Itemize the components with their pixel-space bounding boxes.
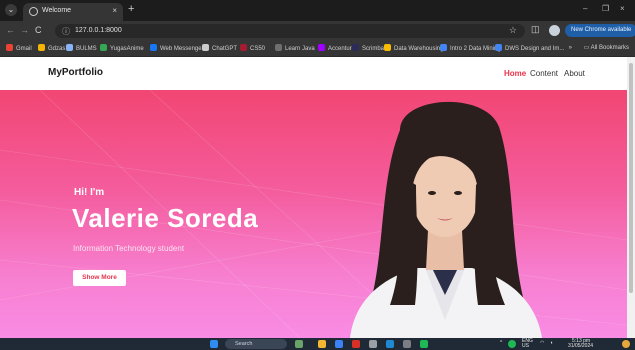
site-navbar: MyPortfolio Home Content About: [0, 57, 627, 90]
bookmark-favicon-icon: [440, 44, 447, 51]
page-scrollbar[interactable]: [627, 57, 635, 338]
hero-greeting: Hi! I'm: [74, 187, 105, 198]
bookmark-item[interactable]: Gdzas: [38, 44, 65, 52]
minimize-button[interactable]: –: [583, 4, 587, 13]
bookmark-label: Accenture: [328, 46, 356, 52]
volume-icon[interactable]: ◖: [550, 341, 553, 346]
bookmark-label: CS50: [250, 46, 266, 52]
clock-date[interactable]: 31/05/2024: [568, 344, 593, 349]
bookmark-favicon-icon: [275, 44, 282, 51]
close-icon[interactable]: ×: [112, 6, 117, 15]
tab-search-icon[interactable]: ⌄: [5, 4, 17, 16]
site-info-icon[interactable]: ⓘ: [62, 26, 70, 37]
all-bookmarks-label: All Bookmarks: [590, 45, 629, 51]
windows-start-icon[interactable]: [210, 340, 218, 348]
tab-strip: ⌄ Welcome × + – ❐ ×: [0, 0, 635, 21]
bookmark-item[interactable]: Learn Java: [275, 44, 315, 52]
nav-content-link[interactable]: Content: [530, 69, 558, 78]
hero-name: Valerie Soreda: [72, 203, 259, 233]
bookmark-item[interactable]: Web Messenger: [150, 44, 204, 52]
show-more-button[interactable]: Show More: [73, 270, 126, 286]
hero-role: Information Technology student: [73, 244, 185, 253]
tray-chevron-icon[interactable]: ^: [500, 341, 502, 346]
globe-icon: [29, 7, 38, 16]
web-page: MyPortfolio Home Content About Hi! I'm V…: [0, 57, 627, 338]
bookmark-label: ChatGPT: [212, 46, 238, 52]
taskbar-search[interactable]: Search: [225, 339, 287, 349]
bookmark-label: Gmail: [16, 46, 32, 52]
profile-avatar[interactable]: [549, 25, 560, 36]
vscode-icon[interactable]: [386, 340, 394, 348]
bookmark-item[interactable]: Data Warehousing: [384, 44, 443, 52]
back-icon[interactable]: ←: [6, 25, 15, 35]
site-brand[interactable]: MyPortfolio: [48, 67, 103, 78]
bookmark-item[interactable]: Scrimba: [352, 44, 384, 52]
bookmark-favicon-icon: [352, 44, 359, 51]
bookmark-favicon-icon: [202, 44, 209, 51]
all-bookmarks-button[interactable]: » ▭ All Bookmarks: [569, 44, 629, 51]
bookmark-label: Data Warehousing: [394, 46, 444, 52]
file-explorer-icon[interactable]: [318, 340, 326, 348]
reload-icon[interactable]: C: [35, 25, 42, 35]
widget-icon[interactable]: [295, 340, 303, 348]
chrome-update-button[interactable]: New Chrome available: [565, 24, 635, 37]
browser-toolbar: ← → C ⓘ 127.0.0.1:8000 ☆: [0, 21, 635, 41]
tray-spotify-icon[interactable]: [508, 340, 516, 348]
bookmark-favicon-icon: [240, 44, 247, 51]
bookmark-item[interactable]: YugasAnime: [100, 44, 144, 52]
address-bar[interactable]: ⓘ 127.0.0.1:8000 ☆: [55, 24, 525, 38]
bookmark-item[interactable]: BULMS: [66, 44, 97, 52]
bookmark-label: Scrimba: [362, 46, 385, 52]
extensions-icon[interactable]: ◫: [531, 24, 540, 35]
new-tab-button[interactable]: +: [128, 4, 134, 15]
nav-home-link[interactable]: Home: [504, 69, 526, 78]
nav-about-link[interactable]: About: [564, 69, 585, 78]
tab-title: Welcome: [42, 7, 72, 14]
bookmark-item[interactable]: Accenture: [318, 44, 355, 52]
bookmark-item[interactable]: DWS Design and Im...: [495, 44, 564, 52]
bookmark-label: Gdzas: [48, 46, 66, 52]
scroll-thumb[interactable]: [629, 63, 633, 293]
hero-section: Hi! I'm Valerie Soreda Information Techn…: [0, 90, 627, 338]
windows-taskbar: Search ^ ENG US ◠ ◖ 5:13 pm 31/05/2024: [0, 338, 635, 350]
folder-icon: ▭: [583, 45, 591, 51]
more-bookmarks-icon[interactable]: »: [569, 45, 572, 51]
bookmark-star-icon[interactable]: ☆: [509, 25, 517, 36]
terminal-icon[interactable]: [403, 340, 411, 348]
region-indicator[interactable]: US: [522, 344, 529, 349]
bookmark-label: Intro 2 Data Mining: [450, 46, 501, 52]
acrobat-icon[interactable]: [352, 340, 360, 348]
bookmark-item[interactable]: CS50: [240, 44, 265, 52]
notion-icon[interactable]: [369, 340, 377, 348]
bookmark-label: Learn Java: [285, 46, 315, 52]
bookmark-label: BULMS: [76, 46, 97, 52]
profile-portrait: [350, 101, 542, 338]
bookmark-favicon-icon: [318, 44, 325, 51]
wifi-icon[interactable]: ◠: [540, 341, 544, 346]
bookmark-item[interactable]: Intro 2 Data Mining: [440, 44, 501, 52]
bookmark-label: YugasAnime: [110, 46, 144, 52]
browser-tab[interactable]: Welcome ×: [23, 3, 123, 21]
bookmark-favicon-icon: [495, 44, 502, 51]
forward-icon[interactable]: →: [20, 25, 29, 35]
url-text: 127.0.0.1:8000: [75, 27, 122, 34]
bookmark-favicon-icon: [150, 44, 157, 51]
window-close-button[interactable]: ×: [620, 4, 625, 13]
maximize-button[interactable]: ❐: [602, 4, 609, 13]
bookmark-favicon-icon: [100, 44, 107, 51]
chrome-icon[interactable]: [335, 340, 343, 348]
bookmark-favicon-icon: [38, 44, 45, 51]
bookmark-item[interactable]: Gmail: [6, 44, 32, 52]
bookmark-label: Web Messenger: [160, 46, 204, 52]
bookmark-item[interactable]: ChatGPT: [202, 44, 237, 52]
copilot-icon[interactable]: [622, 340, 630, 348]
spotify-icon[interactable]: [420, 340, 428, 348]
bookmarks-bar: » ▭ All Bookmarks Gmail Gdzas BULMS YugasAn…: [0, 41, 635, 57]
bookmark-favicon-icon: [66, 44, 73, 51]
bookmark-favicon-icon: [6, 44, 13, 51]
bookmark-favicon-icon: [384, 44, 391, 51]
bookmark-label: DWS Design and Im...: [505, 46, 565, 52]
